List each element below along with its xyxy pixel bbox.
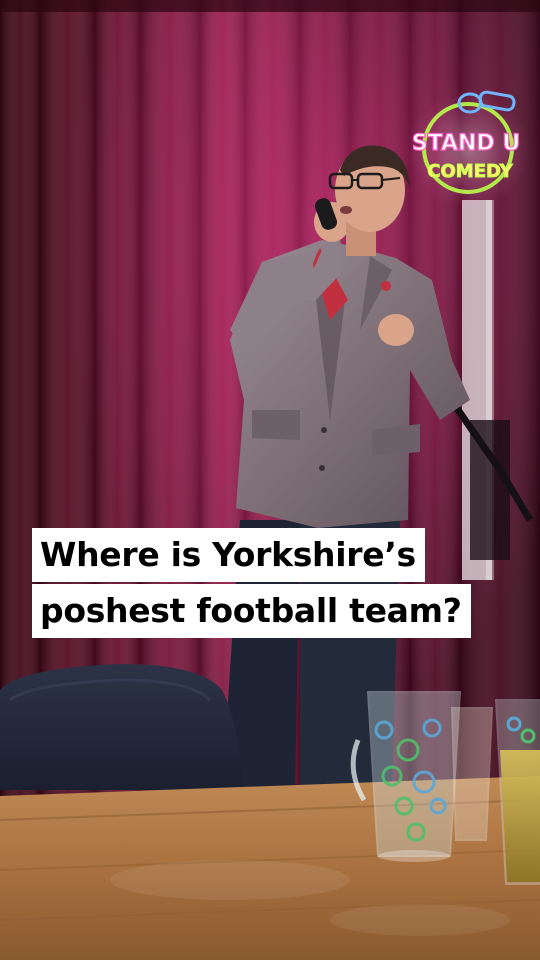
neon-sign-line2: COMEDY bbox=[427, 161, 513, 182]
video-frame: STAND U COMEDY Where is Yorkshire’s posh… bbox=[0, 0, 540, 960]
pint-glass-back bbox=[450, 707, 494, 841]
caption-line-2: poshest football team? bbox=[32, 584, 471, 638]
neon-sign: STAND U COMEDY bbox=[406, 90, 530, 208]
neon-sign-line1: STAND U bbox=[412, 131, 520, 156]
comedy-stage-scene: STAND U COMEDY bbox=[0, 0, 540, 960]
chair bbox=[0, 664, 244, 790]
caption-line-1: Where is Yorkshire’s bbox=[32, 528, 425, 582]
